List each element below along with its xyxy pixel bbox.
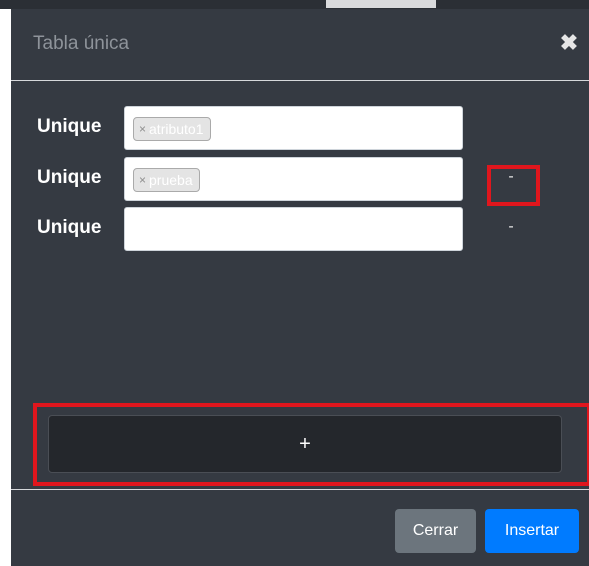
attribute-tag: × atributo1 bbox=[133, 117, 211, 141]
unique-label: Unique bbox=[37, 116, 102, 137]
tag-remove-icon[interactable]: × bbox=[139, 122, 146, 136]
attribute-tag: × prueba bbox=[133, 168, 200, 192]
unique-row-3: Unique - bbox=[11, 207, 589, 251]
page-backdrop bbox=[0, 0, 589, 9]
add-row-button[interactable]: + bbox=[48, 415, 562, 473]
close-icon[interactable]: ✖ bbox=[559, 31, 579, 55]
insert-button[interactable]: Insertar bbox=[485, 509, 579, 553]
unique-label: Unique bbox=[37, 167, 102, 188]
modal-header: Tabla única ✖ bbox=[11, 9, 589, 81]
tag-remove-icon[interactable]: × bbox=[139, 173, 146, 187]
unique-label: Unique bbox=[37, 217, 102, 238]
modal-dialog: Tabla única ✖ Unique × atributo1 Unique … bbox=[11, 9, 589, 566]
footer-divider bbox=[11, 489, 589, 490]
backdrop-tab bbox=[326, 0, 436, 8]
tag-label: prueba bbox=[149, 172, 193, 188]
cancel-button[interactable]: Cerrar bbox=[395, 509, 476, 553]
unique-input-2[interactable]: × prueba bbox=[124, 157, 463, 201]
unique-input-1[interactable]: × atributo1 bbox=[124, 106, 463, 150]
unique-input-3[interactable] bbox=[124, 207, 463, 251]
remove-row-button[interactable]: - bbox=[491, 214, 531, 244]
modal-title: Tabla única bbox=[33, 33, 130, 54]
highlight-box-remove bbox=[487, 165, 540, 206]
backdrop-dark bbox=[0, 0, 589, 9]
unique-row-1: Unique × atributo1 bbox=[11, 106, 589, 150]
tag-label: atributo1 bbox=[149, 121, 204, 137]
